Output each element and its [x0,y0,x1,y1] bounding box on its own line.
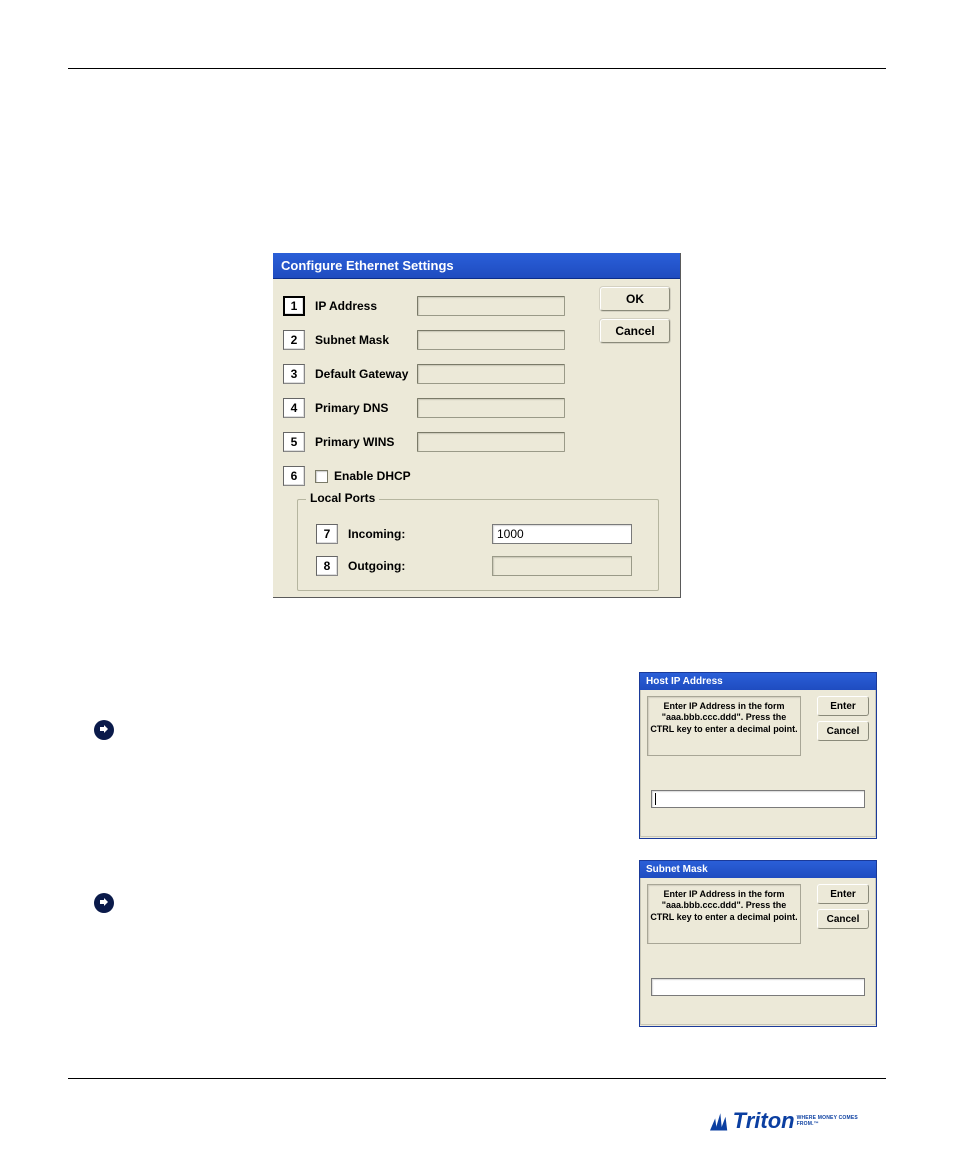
primary-dns-input[interactable] [417,398,565,418]
incoming-input[interactable] [492,524,632,544]
outgoing-input[interactable] [492,556,632,576]
host-ip-input[interactable] [651,790,865,808]
option-key-5[interactable]: 5 [283,432,305,452]
logo-text: Triton [733,1108,795,1134]
local-ports-legend: Local Ports [306,491,379,505]
logo-mark-icon [710,1110,731,1132]
host-ip-dialog: Host IP Address Enter IP Address in the … [639,672,877,839]
incoming-label: Incoming: [348,527,422,541]
primary-dns-label: Primary DNS [315,401,417,415]
default-gateway-label: Default Gateway [315,367,417,381]
subnet-mask-instruction: Enter IP Address in the form "aaa.bbb.cc… [647,884,801,944]
enter-button[interactable]: Enter [817,884,869,904]
option-key-1[interactable]: 1 [283,296,305,316]
cancel-button[interactable]: Cancel [817,909,869,929]
enable-dhcp-checkbox[interactable] [315,470,328,483]
subnet-mask-label: Subnet Mask [315,333,417,347]
configure-ethernet-dialog: Configure Ethernet Settings OK Cancel 1 … [273,253,681,598]
subnet-mask-dialog: Subnet Mask Enter IP Address in the form… [639,860,877,1027]
dialog-title: Configure Ethernet Settings [273,253,680,279]
host-ip-instruction: Enter IP Address in the form "aaa.bbb.cc… [647,696,801,756]
bullet-icon [94,720,114,740]
option-key-4[interactable]: 4 [283,398,305,418]
ip-address-input[interactable] [417,296,565,316]
primary-wins-input[interactable] [417,432,565,452]
option-key-2[interactable]: 2 [283,330,305,350]
option-key-6[interactable]: 6 [283,466,305,486]
ok-button[interactable]: OK [600,287,670,311]
default-gateway-input[interactable] [417,364,565,384]
text-cursor [655,793,656,805]
host-ip-title: Host IP Address [640,673,876,690]
cancel-button[interactable]: Cancel [600,319,670,343]
subnet-mask-input[interactable] [417,330,565,350]
top-rule [68,68,886,69]
bullet-icon [94,893,114,913]
bottom-rule [68,1078,886,1079]
logo-tagline: WHERE MONEY COMES FROM.™ [797,1115,870,1127]
option-key-8[interactable]: 8 [316,556,338,576]
outgoing-label: Outgoing: [348,559,422,573]
enable-dhcp-label: Enable DHCP [334,469,411,483]
cancel-button[interactable]: Cancel [817,721,869,741]
subnet-mask-title: Subnet Mask [640,861,876,878]
option-key-3[interactable]: 3 [283,364,305,384]
ip-address-label: IP Address [315,299,417,313]
local-ports-fieldset: Local Ports 7 Incoming: 8 Outgoing: [297,499,659,591]
primary-wins-label: Primary WINS [315,435,417,449]
triton-logo: Triton WHERE MONEY COMES FROM.™ [710,1108,870,1134]
subnet-mask-entry-input[interactable] [651,978,865,996]
enter-button[interactable]: Enter [817,696,869,716]
option-key-7[interactable]: 7 [316,524,338,544]
